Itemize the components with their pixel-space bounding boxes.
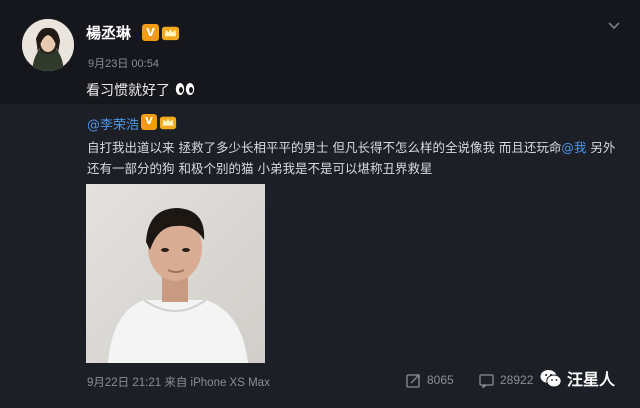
repost-text: 自打我出道以来 拯救了多少长相平平的男士 但凡长得不怎么样的全说像我 而且还玩命… [87, 137, 627, 179]
comment-button[interactable]: 28922 [479, 370, 533, 390]
chevron-down-icon[interactable] [608, 22, 620, 30]
post-timestamp[interactable]: 9月23日 00:54 [88, 55, 159, 71]
wechat-watermark: 汪星人 [540, 366, 615, 390]
author-name[interactable]: 楊丞琳 [86, 22, 131, 43]
avatar-photo [22, 19, 74, 71]
share-icon [406, 373, 420, 388]
eyes-emoji-icon [176, 83, 195, 95]
wechat-icon [540, 369, 562, 387]
post-text: 看习惯就好了 [86, 83, 170, 99]
mention-link[interactable]: @我 [561, 140, 586, 155]
share-count: 8065 [427, 373, 454, 387]
repost-card: @李荣浩 V 自打我出道以来 拯救了多少长相平平的男士 但凡长得不怎么样的全说像… [0, 104, 640, 408]
repost-crown-icon [159, 116, 177, 130]
watermark-text: 汪星人 [567, 370, 616, 389]
repost-text-part1: 自打我出道以来 拯救了多少长相平平的男士 但凡长得不怎么样的全说像我 而且还玩命 [87, 140, 562, 155]
post-text-line: 看习惯就好了 [86, 80, 195, 100]
portrait-image [86, 184, 265, 363]
repost-author-link[interactable]: @李荣浩 [87, 114, 139, 133]
share-button[interactable]: 8065 [406, 370, 454, 390]
crown-icon [161, 26, 180, 41]
verified-badge: V [142, 24, 159, 41]
repost-photo[interactable] [86, 184, 265, 363]
comment-icon [479, 373, 494, 388]
avatar[interactable] [22, 19, 74, 71]
weibo-post: 楊丞琳 V 9月23日 00:54 看习惯就好了 @李荣浩 V 自打我出道以来 … [0, 0, 640, 408]
repost-verified-badge: V [141, 114, 157, 130]
repost-meta[interactable]: 9月22日 21:21 来自 iPhone XS Max [87, 374, 270, 390]
comment-count: 28922 [500, 373, 534, 387]
